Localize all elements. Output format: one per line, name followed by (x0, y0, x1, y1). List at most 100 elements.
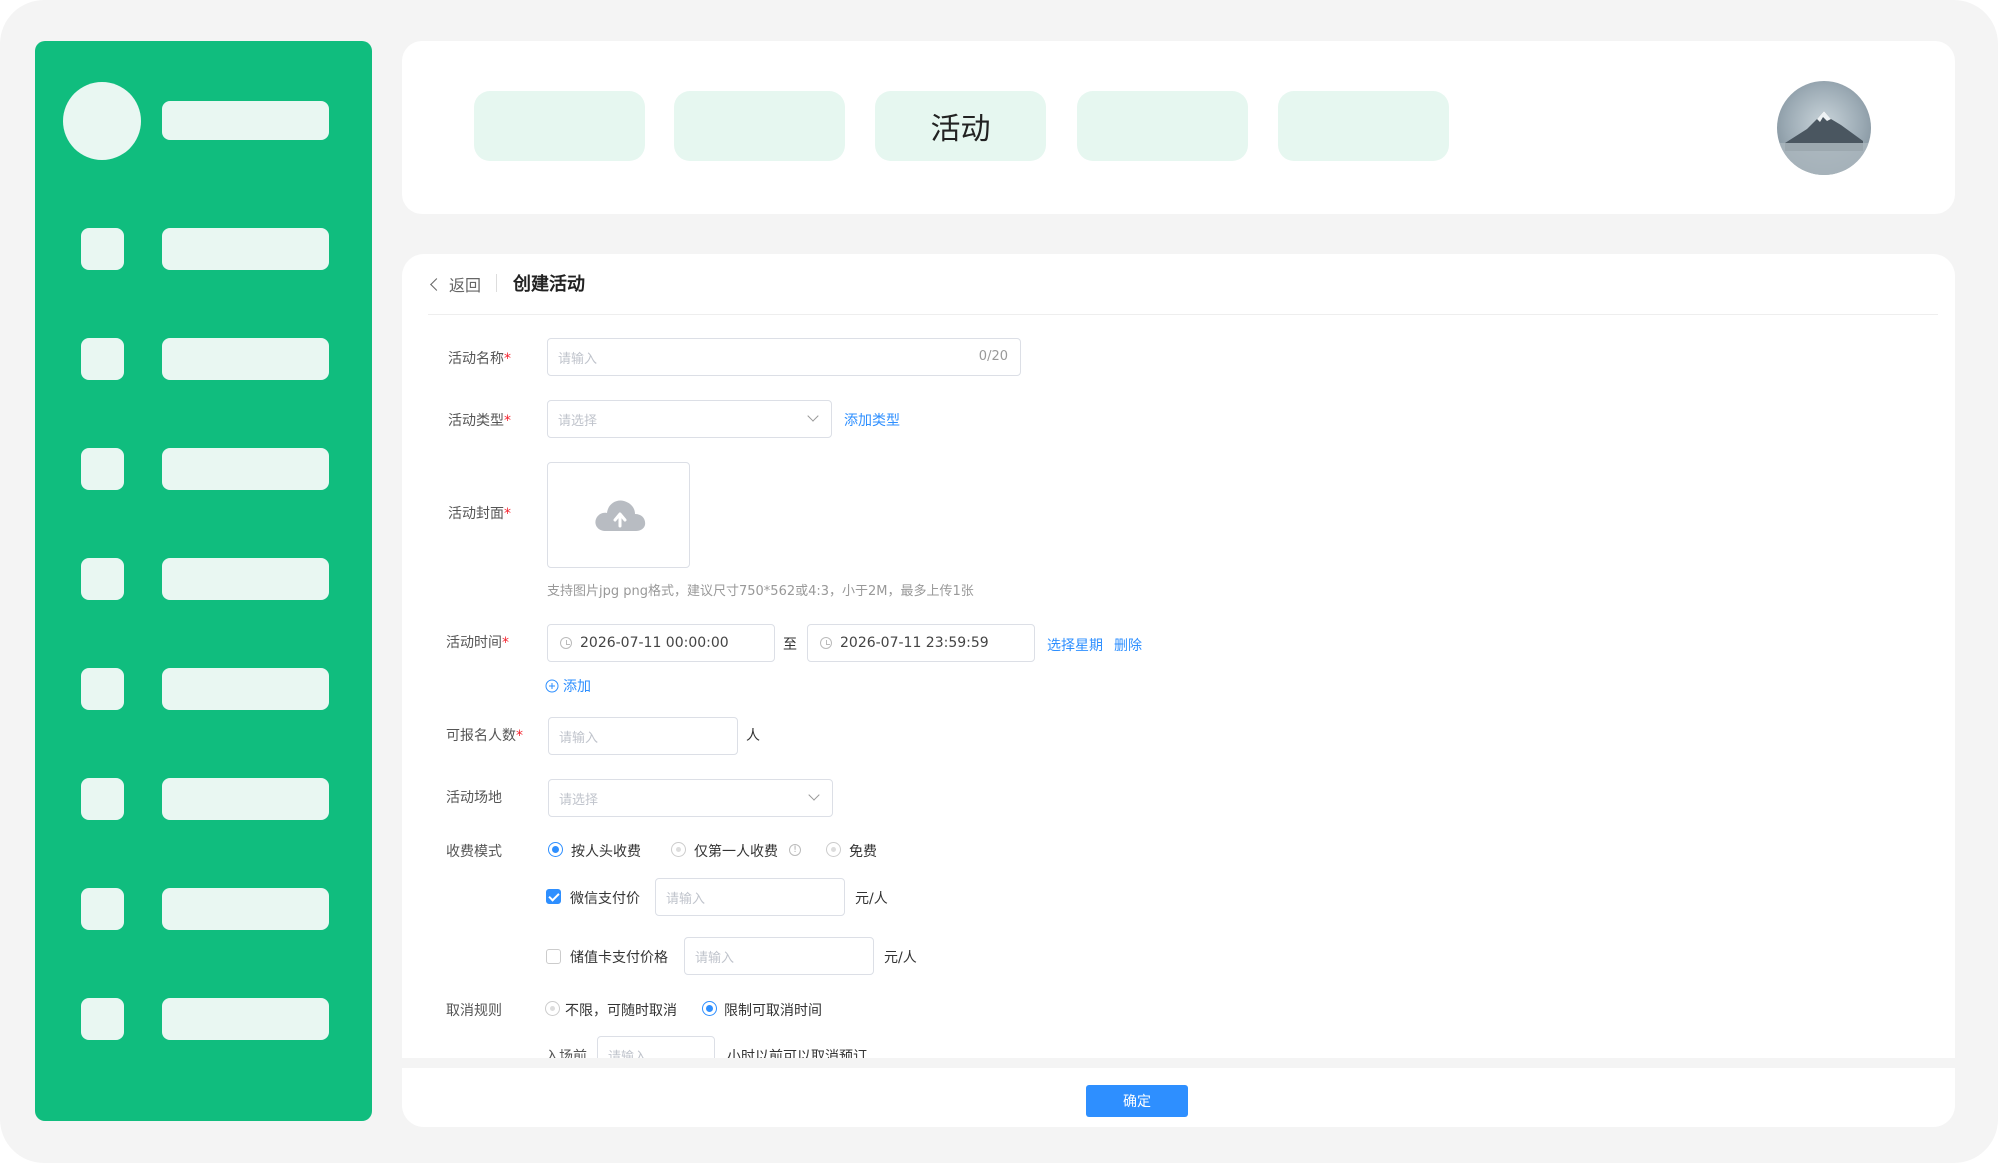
clock-icon (560, 637, 572, 649)
cloud-upload-icon (595, 500, 646, 531)
wechat-price-input[interactable]: 请输入 (655, 878, 845, 916)
sidebar-item-label-placeholder (162, 228, 329, 270)
create-activity-card: 返回 创建活动 活动名称* 请输入 0/20 活动类型* 请选择 添加类型 活动… (402, 254, 1955, 1127)
sidebar-title-placeholder (162, 101, 329, 140)
sidebar-item-icon (81, 448, 124, 490)
sidebar-item[interactable] (35, 448, 372, 490)
sidebar-item[interactable] (35, 778, 372, 820)
wechat-price-placeholder: 请输入 (666, 891, 706, 907)
type-placeholder: 请选择 (558, 413, 598, 429)
fee-label: 收费模式 (446, 844, 502, 860)
name-label: 活动名称* (448, 351, 511, 367)
wechat-price-unit: 元/人 (855, 891, 888, 907)
type-label: 活动类型* (448, 413, 511, 429)
card-price-placeholder: 请输入 (695, 950, 735, 966)
time-label: 活动时间* (446, 635, 509, 651)
chevron-down-icon (807, 410, 819, 422)
fee-per-head-label: 按人头收费 (571, 844, 641, 860)
cancel-limited-radio[interactable] (702, 1001, 717, 1016)
capacity-label: 可报名人数* (446, 728, 523, 744)
page-title: 创建活动 (513, 274, 585, 295)
sidebar-item-icon (81, 888, 124, 930)
add-time-button[interactable]: 添加 (545, 676, 591, 696)
sidebar-item[interactable] (35, 668, 372, 710)
wechat-pay-label: 微信支付价 (570, 891, 640, 907)
nav-tab-2[interactable] (674, 91, 845, 161)
venue-placeholder: 请选择 (559, 792, 599, 808)
plus-circle-icon (545, 679, 559, 693)
venue-label: 活动场地 (446, 790, 502, 806)
clock-icon (820, 637, 832, 649)
fee-first-only-label: 仅第一人收费 (694, 844, 778, 860)
mountain-icon (1777, 111, 1871, 175)
select-week-link[interactable]: 选择星期 (1047, 635, 1103, 655)
back-button[interactable]: 返回 (428, 272, 481, 296)
sidebar-item[interactable] (35, 338, 372, 380)
header-divider (496, 274, 497, 292)
cancel-rule-label: 取消规则 (446, 1003, 502, 1019)
card-price-unit: 元/人 (884, 950, 917, 966)
nav-tab-1[interactable] (474, 91, 645, 161)
capacity-placeholder: 请输入 (559, 730, 599, 746)
sidebar-item-icon (81, 998, 124, 1040)
chevron-left-icon (430, 277, 443, 291)
nav-tab-activity[interactable]: 活动 (875, 91, 1046, 161)
sidebar-item-label-placeholder (162, 998, 329, 1040)
back-label: 返回 (449, 276, 482, 295)
sidebar-item[interactable] (35, 888, 372, 930)
card-pay-label: 储值卡支付价格 (570, 950, 668, 966)
top-nav-bar: 活动 (402, 41, 1955, 214)
activity-name-input[interactable]: 请输入 0/20 (547, 338, 1021, 376)
sidebar-item-label-placeholder (162, 558, 329, 600)
cancel-anytime-radio[interactable] (545, 1001, 560, 1016)
sidebar-item-label-placeholder (162, 668, 329, 710)
wechat-pay-checkbox[interactable] (546, 889, 561, 904)
cover-label: 活动封面* (448, 506, 511, 522)
end-datetime-input[interactable]: 2026-07-11 23:59:59 (807, 624, 1035, 662)
footer-divider (402, 1058, 1955, 1068)
confirm-button[interactable]: 确定 (1086, 1085, 1188, 1117)
cancel-anytime-label: 不限，可随时取消 (565, 1003, 677, 1019)
sidebar-logo (63, 82, 141, 160)
sidebar-item-icon (81, 228, 124, 270)
add-time-label: 添加 (563, 679, 591, 695)
delete-time-link[interactable]: 删除 (1114, 635, 1142, 655)
start-datetime-value: 2026-07-11 00:00:00 (580, 635, 729, 651)
sidebar-item-icon (81, 558, 124, 600)
sidebar-item-icon (81, 338, 124, 380)
fee-per-head-radio[interactable] (548, 842, 563, 857)
sidebar (35, 41, 372, 1121)
sidebar-item-label-placeholder (162, 448, 329, 490)
cancel-limited-label: 限制可取消时间 (724, 1003, 822, 1019)
capacity-input[interactable]: 请输入 (548, 717, 738, 755)
end-datetime-value: 2026-07-11 23:59:59 (840, 635, 989, 651)
name-placeholder: 请输入 (558, 351, 598, 367)
start-datetime-input[interactable]: 2026-07-11 00:00:00 (547, 624, 775, 662)
sidebar-item-label-placeholder (162, 888, 329, 930)
capacity-unit: 人 (746, 728, 760, 744)
cover-hint: 支持图片jpg png格式，建议尺寸750*562或4:3，小于2M，最多上传1… (547, 584, 974, 599)
cover-upload-box[interactable] (547, 462, 690, 568)
sidebar-item[interactable] (35, 998, 372, 1040)
add-type-link[interactable]: 添加类型 (844, 410, 900, 430)
info-icon[interactable]: ! (789, 844, 801, 856)
nav-tab-5[interactable] (1278, 91, 1449, 161)
name-char-counter: 0/20 (978, 349, 1008, 364)
sidebar-item[interactable] (35, 558, 372, 600)
nav-tab-4[interactable] (1077, 91, 1248, 161)
venue-select[interactable]: 请选择 (548, 779, 833, 817)
card-price-input[interactable]: 请输入 (684, 937, 874, 975)
sidebar-item[interactable] (35, 228, 372, 270)
user-avatar[interactable] (1777, 81, 1871, 175)
activity-type-select[interactable]: 请选择 (547, 400, 832, 438)
sidebar-item-icon (81, 668, 124, 710)
app-frame: 活动 返回 创建活动 活动名称* 请输入 0/20 活动类型* 请选择 添加类型… (0, 0, 1998, 1163)
sidebar-item-icon (81, 778, 124, 820)
fee-free-label: 免费 (849, 844, 877, 860)
fee-first-only-radio[interactable] (671, 842, 686, 857)
chevron-down-icon (808, 789, 820, 801)
sidebar-item-label-placeholder (162, 778, 329, 820)
fee-free-radio[interactable] (826, 842, 841, 857)
card-header: 返回 创建活动 (428, 254, 1938, 315)
card-pay-checkbox[interactable] (546, 949, 561, 964)
